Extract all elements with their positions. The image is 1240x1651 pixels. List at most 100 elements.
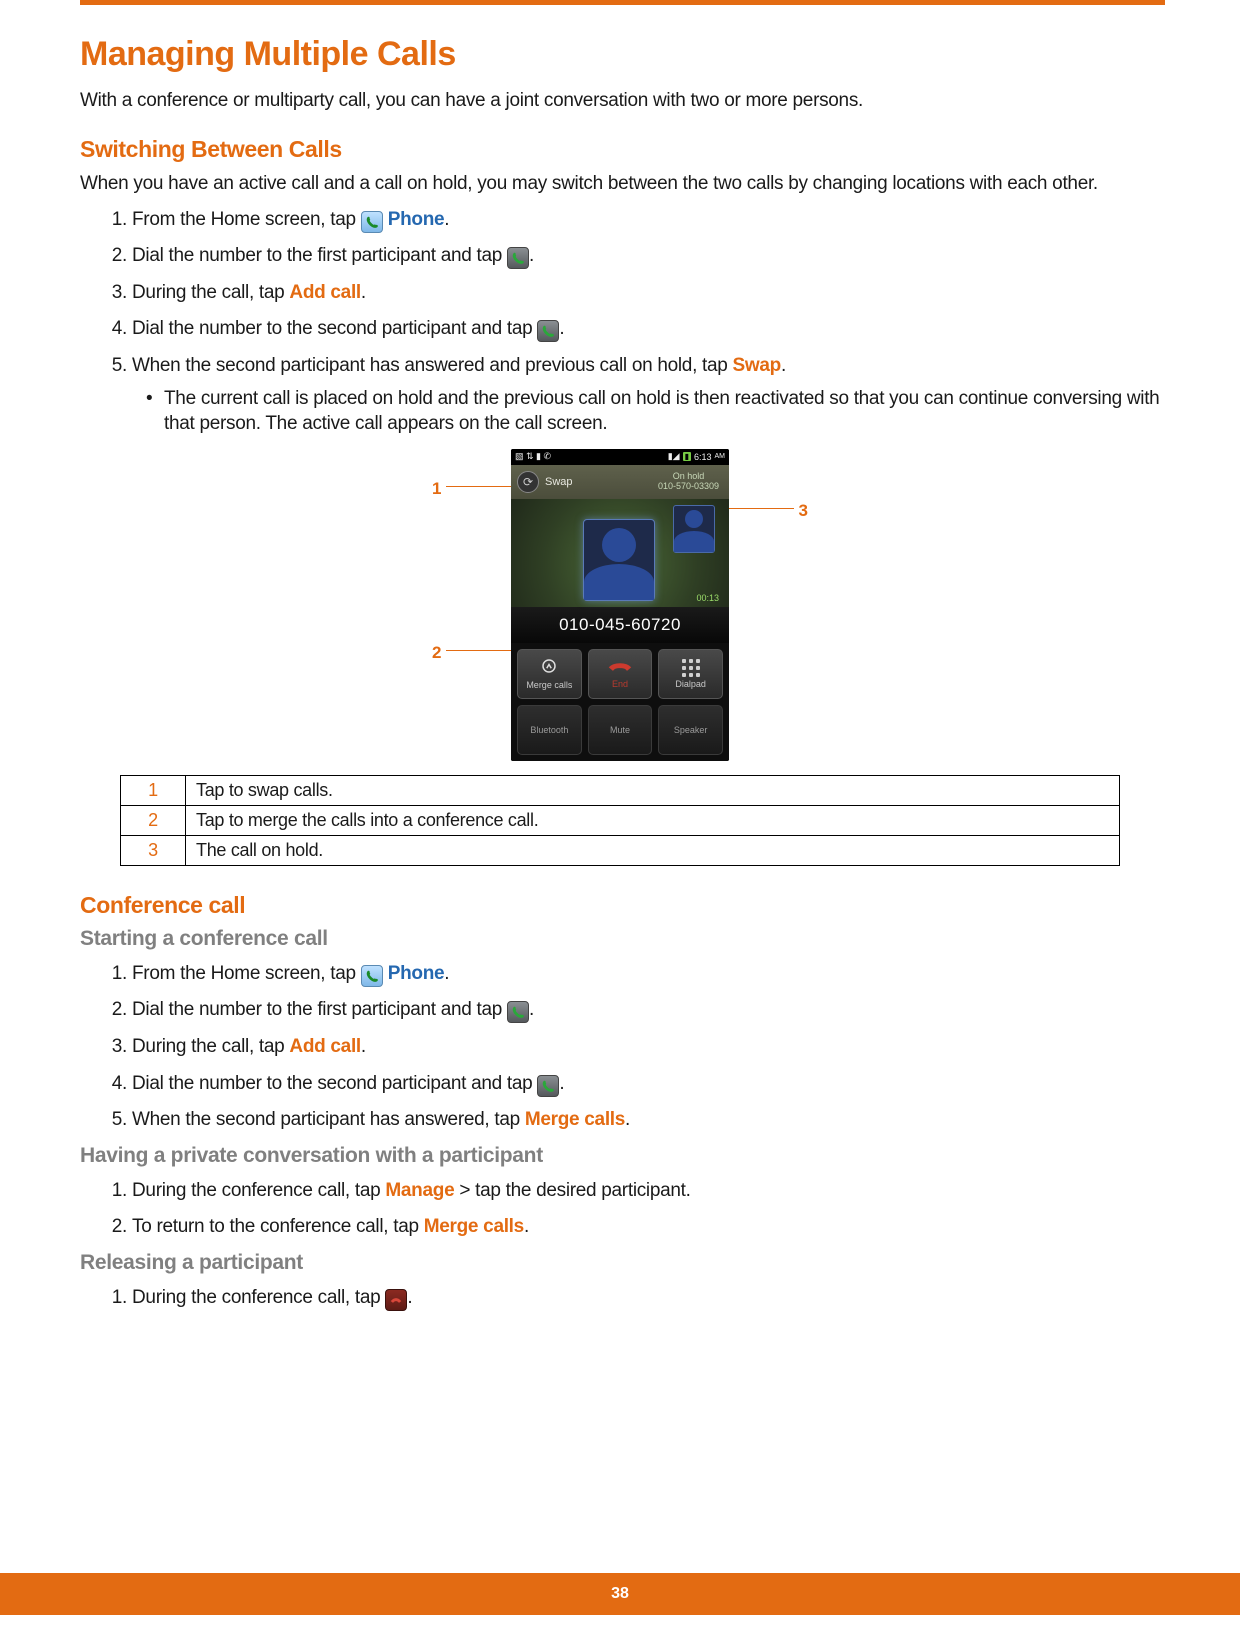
end-call-button[interactable]: End: [588, 649, 653, 699]
table-row: 1 Tap to swap calls.: [121, 775, 1120, 805]
step-text: .: [444, 963, 449, 984]
releasing-steps: During the conference call, tap .: [80, 1285, 1160, 1312]
rel-step-1: During the conference call, tap .: [132, 1285, 1160, 1312]
switch-step-5: When the second participant has answered…: [132, 353, 1160, 437]
step-text: .: [529, 245, 534, 266]
priv-step-2: To return to the conference call, tap Me…: [132, 1214, 1160, 1241]
step-text: During the conference call, tap: [132, 1180, 385, 1201]
step-text: .: [361, 1036, 366, 1057]
legend-text: Tap to swap calls.: [186, 775, 1120, 805]
step-text: .: [559, 1073, 564, 1094]
bluetooth-button[interactable]: Bluetooth: [517, 705, 582, 755]
end-call-icon: [606, 659, 634, 677]
legend-table: 1 Tap to swap calls. 2 Tap to merge the …: [120, 775, 1120, 866]
end-label: End: [612, 679, 628, 689]
step-text: During the call, tap: [132, 282, 289, 303]
hold-number: 010-570-03309: [658, 481, 719, 491]
screenshot: ▧ ⇅ ▮ ✆ ▮◢ ▮ 6:13 AM ⟳ Swap On hold 010-…: [511, 449, 729, 761]
legend-text: The call on hold.: [186, 835, 1120, 865]
table-row: 2 Tap to merge the calls into a conferen…: [121, 805, 1120, 835]
dialpad-icon: [682, 659, 700, 677]
dialpad-label: Dialpad: [675, 679, 706, 689]
intro-paragraph: With a conference or multiparty call, yo…: [80, 90, 1160, 112]
switch-step-4: Dial the number to the second participan…: [132, 316, 1160, 343]
step-text: During the call, tap: [132, 1036, 289, 1057]
hold-info: On hold 010-570-03309: [658, 472, 723, 492]
add-call-label: Add call: [289, 1036, 361, 1057]
switch-step-5-sub: The current call is placed on hold and t…: [132, 386, 1160, 437]
clock-ampm: AM: [715, 453, 726, 460]
conf-step-2: Dial the number to the first participant…: [132, 997, 1160, 1024]
manage-label: Manage: [385, 1180, 454, 1201]
swap-row[interactable]: ⟳ Swap On hold 010-570-03309: [511, 465, 729, 499]
step-text: .: [559, 318, 564, 339]
step-text: .: [625, 1109, 630, 1130]
page: Managing Multiple Calls With a conferenc…: [0, 0, 1240, 1651]
swap-label: Swap: [733, 355, 781, 376]
callout-2-label: 2: [432, 643, 441, 663]
callout-1-label: 1: [432, 479, 441, 499]
step-text: When the second participant has answered…: [132, 355, 733, 376]
section-switching-paragraph: When you have an active call and a call …: [80, 171, 1160, 197]
avatar-area: 00:13: [511, 499, 729, 607]
dialpad-button[interactable]: Dialpad: [658, 649, 723, 699]
speaker-button[interactable]: Speaker: [658, 705, 723, 755]
merge-calls-label: Merge calls: [525, 1109, 625, 1130]
page-number: 38: [611, 1585, 629, 1602]
step-text: > tap the desired participant.: [454, 1180, 690, 1201]
hold-avatar: [673, 505, 715, 553]
step-text: During the conference call, tap: [132, 1287, 385, 1308]
legend-index: 3: [121, 835, 186, 865]
page-footer: 38: [0, 1573, 1240, 1615]
step-text: .: [781, 355, 786, 376]
switch-step-5-bullet: The current call is placed on hold and t…: [150, 386, 1160, 437]
releasing-heading: Releasing a participant: [80, 1251, 1160, 1275]
header-rule: [80, 0, 1165, 5]
dial-icon: [537, 320, 559, 342]
handset-icon: [365, 215, 379, 229]
phone-app-icon: [361, 965, 383, 987]
speaker-label: Speaker: [674, 725, 708, 735]
phone-label: Phone: [388, 963, 445, 984]
step-text: .: [444, 209, 449, 230]
legend-index: 1: [121, 775, 186, 805]
dial-icon: [507, 1001, 529, 1023]
signal-icon: ▮◢: [668, 451, 680, 462]
swap-icon: ⟳: [517, 471, 539, 493]
step-text: .: [407, 1287, 412, 1308]
status-icons-left: ▧ ⇅ ▮ ✆: [515, 451, 551, 462]
step-text: .: [361, 282, 366, 303]
phone-label: Phone: [388, 209, 445, 230]
step-text: Dial the number to the second participan…: [132, 1073, 537, 1094]
step-text: When the second participant has answered…: [132, 1109, 525, 1130]
merge-label: Merge calls: [526, 680, 572, 690]
switch-step-3: During the call, tap Add call.: [132, 280, 1160, 307]
section-switching-heading: Switching Between Calls: [80, 136, 1160, 163]
add-call-label: Add call: [289, 282, 361, 303]
dial-icon: [537, 1075, 559, 1097]
mute-button[interactable]: Mute: [588, 705, 653, 755]
step-text: From the Home screen, tap: [132, 209, 361, 230]
switch-step-2: Dial the number to the first participant…: [132, 243, 1160, 270]
on-hold-label: On hold: [673, 471, 705, 481]
merge-calls-button[interactable]: Merge calls: [517, 649, 582, 699]
handset-icon: [511, 1005, 525, 1019]
step-text: .: [529, 999, 534, 1020]
starting-conference-heading: Starting a conference call: [80, 927, 1160, 951]
call-timer: 00:13: [696, 593, 719, 603]
callout-1-line: [446, 486, 518, 488]
step-text: Dial the number to the first participant…: [132, 245, 507, 266]
private-conversation-heading: Having a private conversation with a par…: [80, 1144, 1160, 1168]
conf-step-5: When the second participant has answered…: [132, 1107, 1160, 1134]
bluetooth-label: Bluetooth: [530, 725, 568, 735]
page-title: Managing Multiple Calls: [80, 35, 1160, 74]
phone-app-icon: [361, 211, 383, 233]
priv-step-1: During the conference call, tap Manage >…: [132, 1178, 1160, 1205]
callout-3-line: [728, 508, 794, 510]
handset-icon: [541, 324, 555, 338]
handset-icon: [511, 251, 525, 265]
private-conversation-steps: During the conference call, tap Manage >…: [80, 1178, 1160, 1241]
merge-icon: [540, 658, 558, 678]
switching-steps: From the Home screen, tap Phone. Dial th…: [80, 207, 1160, 437]
mute-label: Mute: [610, 725, 630, 735]
